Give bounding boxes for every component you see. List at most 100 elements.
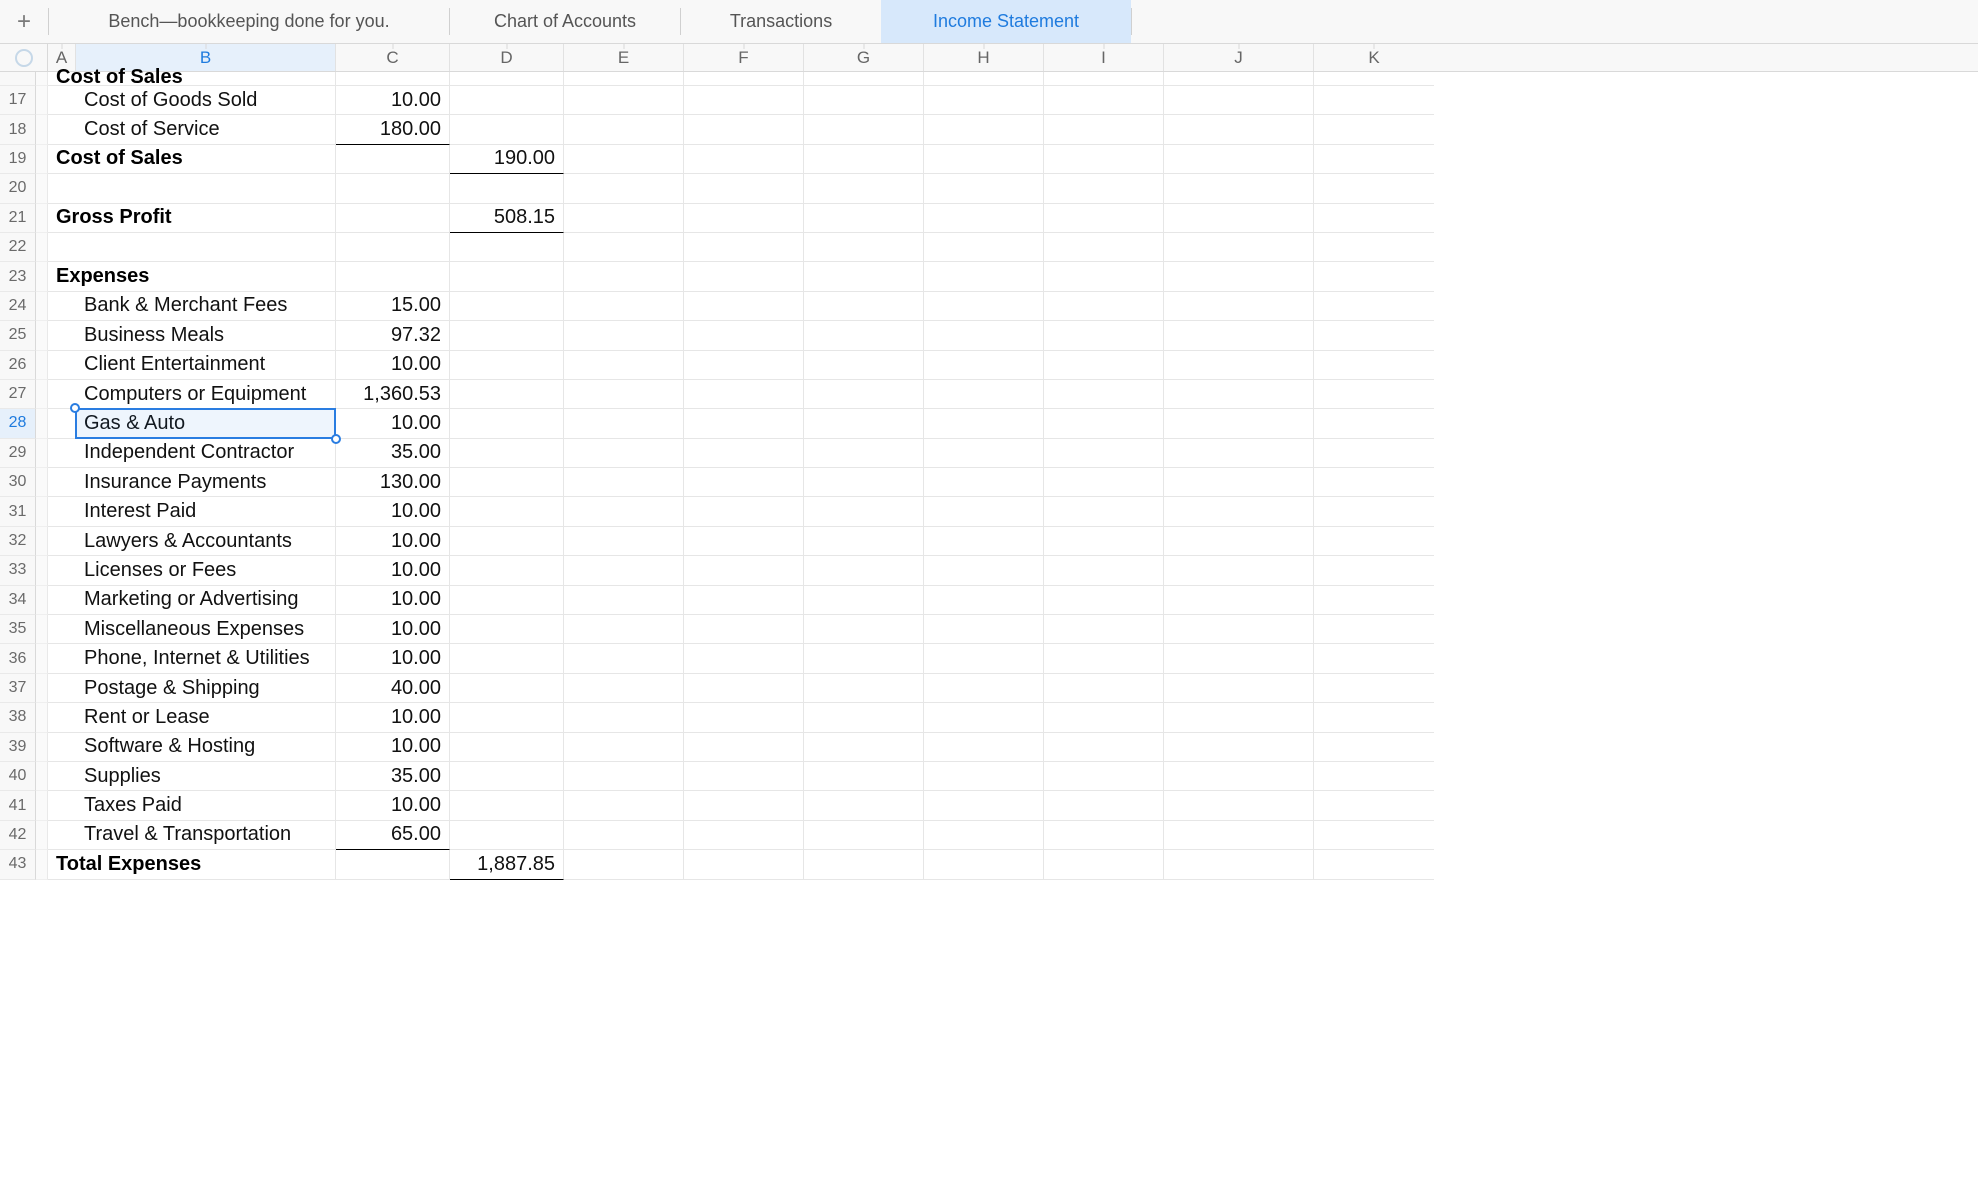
- tab-bench-intro[interactable]: Bench—bookkeeping done for you.: [49, 0, 449, 43]
- cell-C19[interactable]: [336, 145, 450, 174]
- cell-C29[interactable]: 35.00: [336, 439, 450, 468]
- cell-F42[interactable]: [684, 821, 804, 850]
- cell-I37[interactable]: [1044, 674, 1164, 703]
- cell-A43[interactable]: Total Expenses: [48, 850, 76, 879]
- cell-C38[interactable]: 10.00: [336, 703, 450, 732]
- cell-E33[interactable]: [564, 556, 684, 585]
- cell-D18[interactable]: [450, 115, 564, 144]
- cell-I39[interactable]: [1044, 733, 1164, 762]
- cell-A37[interactable]: [48, 674, 76, 703]
- cell-E20[interactable]: [564, 174, 684, 203]
- cell-J29[interactable]: [1164, 439, 1314, 468]
- cell-D29[interactable]: [450, 439, 564, 468]
- cell-G41[interactable]: [804, 791, 924, 820]
- cell-B22[interactable]: [76, 233, 336, 262]
- cell-E30[interactable]: [564, 468, 684, 497]
- cell-J16[interactable]: [1164, 72, 1314, 86]
- row-header-42[interactable]: 42: [0, 821, 36, 850]
- cell-H42[interactable]: [924, 821, 1044, 850]
- cell-D20[interactable]: [450, 174, 564, 203]
- cell-K21[interactable]: [1314, 204, 1434, 233]
- row-header-17[interactable]: 17: [0, 86, 36, 115]
- cell-K40[interactable]: [1314, 762, 1434, 791]
- row-header-40[interactable]: 40: [0, 762, 36, 791]
- cell-F43[interactable]: [684, 850, 804, 879]
- cell-B20[interactable]: [76, 174, 336, 203]
- cell-K42[interactable]: [1314, 821, 1434, 850]
- cell-B27[interactable]: Computers or Equipment: [76, 380, 336, 409]
- cell-I30[interactable]: [1044, 468, 1164, 497]
- cell-H26[interactable]: [924, 351, 1044, 380]
- tab-chart-of-accounts[interactable]: Chart of Accounts: [450, 0, 680, 43]
- cell-K25[interactable]: [1314, 321, 1434, 350]
- col-header-K[interactable]: K: [1314, 44, 1434, 71]
- cell-H22[interactable]: [924, 233, 1044, 262]
- cell-K16[interactable]: [1314, 72, 1434, 86]
- cell-J28[interactable]: [1164, 409, 1314, 438]
- cell-K19[interactable]: [1314, 145, 1434, 174]
- cell-A23[interactable]: Expenses: [48, 262, 76, 291]
- cell-I43[interactable]: [1044, 850, 1164, 879]
- cell-G30[interactable]: [804, 468, 924, 497]
- row-header-16[interactable]: [0, 72, 36, 86]
- row-header-41[interactable]: 41: [0, 791, 36, 820]
- cell-A28[interactable]: [48, 409, 76, 438]
- cell-C27[interactable]: 1,360.53: [336, 380, 450, 409]
- cell-G26[interactable]: [804, 351, 924, 380]
- cell-B25[interactable]: Business Meals: [76, 321, 336, 350]
- cell-J34[interactable]: [1164, 586, 1314, 615]
- cell-H35[interactable]: [924, 615, 1044, 644]
- cell-F37[interactable]: [684, 674, 804, 703]
- cell-C40[interactable]: 35.00: [336, 762, 450, 791]
- cell-J22[interactable]: [1164, 233, 1314, 262]
- cell-I24[interactable]: [1044, 292, 1164, 321]
- cell-B28[interactable]: Gas & Auto: [76, 409, 336, 438]
- cell-H40[interactable]: [924, 762, 1044, 791]
- cell-H23[interactable]: [924, 262, 1044, 291]
- cell-F27[interactable]: [684, 380, 804, 409]
- cell-B36[interactable]: Phone, Internet & Utilities: [76, 644, 336, 673]
- cell-G35[interactable]: [804, 615, 924, 644]
- cell-D37[interactable]: [450, 674, 564, 703]
- cell-F35[interactable]: [684, 615, 804, 644]
- cell-C32[interactable]: 10.00: [336, 527, 450, 556]
- cell-I29[interactable]: [1044, 439, 1164, 468]
- cell-I25[interactable]: [1044, 321, 1164, 350]
- cell-E25[interactable]: [564, 321, 684, 350]
- cell-D27[interactable]: [450, 380, 564, 409]
- cell-C16[interactable]: [336, 72, 450, 86]
- cell-C30[interactable]: 130.00: [336, 468, 450, 497]
- cell-I42[interactable]: [1044, 821, 1164, 850]
- cell-E38[interactable]: [564, 703, 684, 732]
- select-all-corner[interactable]: [0, 44, 48, 71]
- cell-H16[interactable]: [924, 72, 1044, 86]
- cell-B37[interactable]: Postage & Shipping: [76, 674, 336, 703]
- row-header-32[interactable]: 32: [0, 527, 36, 556]
- cell-J35[interactable]: [1164, 615, 1314, 644]
- cell-J43[interactable]: [1164, 850, 1314, 879]
- cell-A39[interactable]: [48, 733, 76, 762]
- cell-E43[interactable]: [564, 850, 684, 879]
- cell-J27[interactable]: [1164, 380, 1314, 409]
- cell-F22[interactable]: [684, 233, 804, 262]
- cell-G22[interactable]: [804, 233, 924, 262]
- cell-I20[interactable]: [1044, 174, 1164, 203]
- cell-E27[interactable]: [564, 380, 684, 409]
- cell-C28[interactable]: 10.00: [336, 409, 450, 438]
- row-header-27[interactable]: 27: [0, 380, 36, 409]
- cell-C18[interactable]: 180.00: [336, 115, 450, 144]
- cell-A24[interactable]: [48, 292, 76, 321]
- cell-K35[interactable]: [1314, 615, 1434, 644]
- cell-D22[interactable]: [450, 233, 564, 262]
- cell-A20[interactable]: [48, 174, 76, 203]
- cell-D19[interactable]: 190.00: [450, 145, 564, 174]
- cell-D40[interactable]: [450, 762, 564, 791]
- cell-K36[interactable]: [1314, 644, 1434, 673]
- cell-K29[interactable]: [1314, 439, 1434, 468]
- cell-G39[interactable]: [804, 733, 924, 762]
- cell-H41[interactable]: [924, 791, 1044, 820]
- cell-G20[interactable]: [804, 174, 924, 203]
- cell-D16[interactable]: [450, 72, 564, 86]
- cell-E37[interactable]: [564, 674, 684, 703]
- cell-C21[interactable]: [336, 204, 450, 233]
